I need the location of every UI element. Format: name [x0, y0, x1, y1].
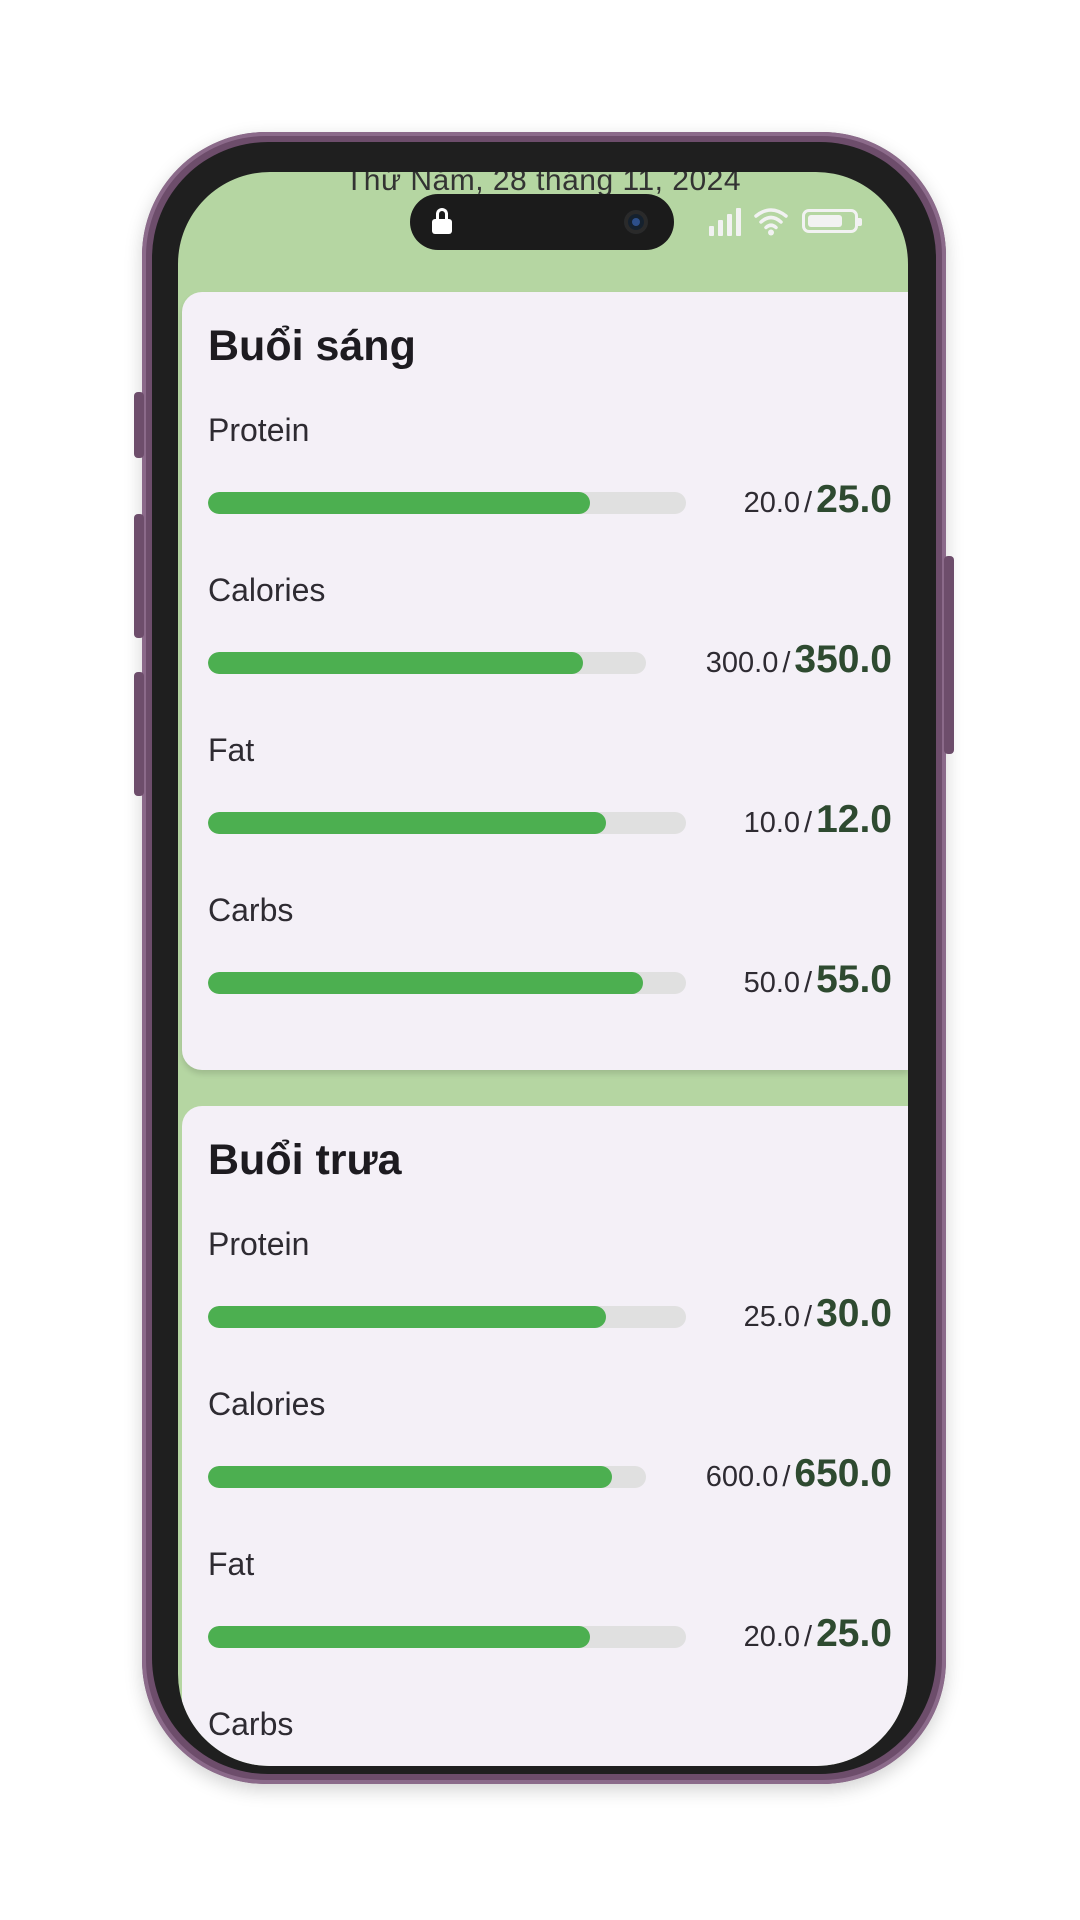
- current-value: 10.0: [743, 807, 801, 839]
- progress-fill: [208, 1626, 591, 1648]
- progress-bar: [208, 1466, 646, 1488]
- nutrient-label: Protein: [208, 412, 310, 448]
- value-group: 20.0/25.0: [744, 478, 892, 522]
- volume-down-button: [134, 672, 144, 796]
- battery-icon: [802, 209, 862, 233]
- progress-bar: [208, 1626, 686, 1648]
- status-icons: [708, 206, 868, 236]
- value-separator: /: [804, 967, 813, 999]
- camera-icon: [624, 210, 648, 234]
- current-value: 20.0: [743, 1621, 801, 1653]
- value-separator: /: [804, 807, 813, 839]
- signal-icon: [709, 208, 741, 236]
- target-value: 350.0: [794, 638, 892, 681]
- nutrient-label: Fat: [208, 732, 255, 768]
- progress-bar: [208, 812, 686, 834]
- value-group: 50.0/55.0: [744, 958, 892, 1002]
- nutrient-label: Calories: [208, 572, 326, 608]
- mute-switch: [134, 392, 144, 458]
- value-separator: /: [804, 487, 813, 519]
- nutrient-row-carbs: Carbs 50.0/55.0: [182, 892, 908, 1052]
- value-group: 600.0/650.0: [706, 1452, 892, 1496]
- progress-fill: [208, 972, 643, 994]
- nutrient-label: Calories: [208, 1386, 326, 1422]
- nutrient-row-protein: Protein 20.0/25.0: [182, 412, 908, 572]
- meal-title: Buổi trưa: [208, 1136, 402, 1184]
- target-value: 12.0: [816, 798, 892, 841]
- current-value: 300.0: [705, 647, 779, 679]
- current-value: 600.0: [705, 1461, 779, 1493]
- meal-title: Buổi sáng: [208, 322, 416, 370]
- nutrient-row-fat: Fat 10.0/12.0: [182, 732, 908, 892]
- progress-bar: [208, 492, 686, 514]
- nutrient-row-calories: Calories 600.0/650.0: [182, 1386, 908, 1546]
- progress-fill: [208, 652, 584, 674]
- lock-icon: [432, 208, 452, 234]
- progress-fill: [208, 1466, 613, 1488]
- progress-bar: [208, 652, 646, 674]
- target-value: 30.0: [816, 1292, 892, 1335]
- nutrient-row-calories: Calories 300.0/350.0: [182, 572, 908, 732]
- nutrient-label: Protein: [208, 1226, 310, 1262]
- nutrient-row-fat: Fat 20.0/25.0: [182, 1546, 908, 1706]
- value-separator: /: [804, 1301, 813, 1333]
- meal-card-breakfast: Buổi sáng Protein 20.0/25.0 Calories 300…: [182, 292, 908, 1070]
- volume-up-button: [134, 514, 144, 638]
- value-separator: /: [782, 1461, 791, 1493]
- target-value: 25.0: [816, 1612, 892, 1655]
- value-group: 300.0/350.0: [706, 638, 892, 682]
- value-group: 20.0/25.0: [744, 1612, 892, 1656]
- current-value: 50.0: [743, 967, 801, 999]
- progress-bar: [208, 1306, 686, 1328]
- wifi-icon: [754, 208, 788, 236]
- nutrient-label: Carbs: [208, 1706, 294, 1742]
- progress-bar: [208, 972, 686, 994]
- progress-fill: [208, 812, 607, 834]
- value-separator: /: [782, 647, 791, 679]
- target-value: 55.0: [816, 958, 892, 1001]
- progress-fill: [208, 1306, 607, 1328]
- nutrient-row-carbs: Carbs: [182, 1706, 908, 1766]
- value-group: 25.0/30.0: [744, 1292, 892, 1336]
- meal-card-lunch: Buổi trưa Protein 25.0/30.0 Calories 600…: [182, 1106, 908, 1766]
- progress-fill: [208, 492, 591, 514]
- target-value: 25.0: [816, 478, 892, 521]
- current-value: 20.0: [743, 487, 801, 519]
- value-separator: /: [804, 1621, 813, 1653]
- nutrient-label: Carbs: [208, 892, 294, 928]
- app-screen: Thứ Năm, 28 tháng 11, 2024 Buổi sáng Pro…: [178, 172, 908, 1766]
- target-value: 650.0: [794, 1452, 892, 1495]
- value-group: 10.0/12.0: [744, 798, 892, 842]
- current-value: 25.0: [743, 1301, 801, 1333]
- nutrient-label: Fat: [208, 1546, 255, 1582]
- dynamic-island: [410, 194, 674, 250]
- nutrient-row-protein: Protein 25.0/30.0: [182, 1226, 908, 1386]
- power-button: [944, 556, 954, 754]
